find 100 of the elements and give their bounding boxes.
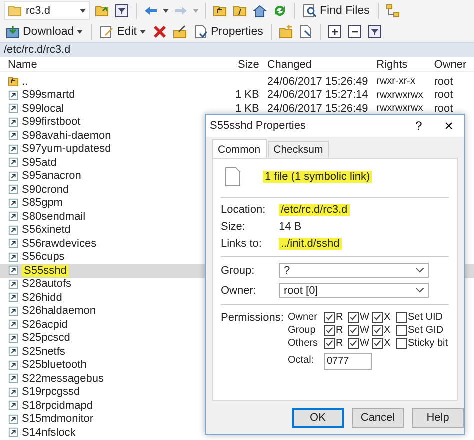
checkbox[interactable]: R xyxy=(324,325,348,336)
field-value: /etc/rc.d/rc3.d xyxy=(279,204,350,216)
shortcut-file-icon xyxy=(8,130,19,142)
shortcut-file-icon xyxy=(8,292,19,304)
field-value: ../init.d/sshd xyxy=(279,238,342,250)
download-button[interactable]: Download xyxy=(4,22,86,41)
dialog-button[interactable]: Help xyxy=(412,408,464,428)
new-file-icon[interactable] xyxy=(299,24,314,38)
checkbox[interactable]: R xyxy=(324,312,348,323)
home-icon[interactable] xyxy=(253,4,267,18)
column-header[interactable]: Name xyxy=(0,58,227,70)
folder-icon[interactable] xyxy=(95,4,109,18)
minus-icon[interactable] xyxy=(348,24,362,38)
checkbox[interactable]: Set GID xyxy=(396,325,448,336)
column-header[interactable]: Owner xyxy=(432,58,474,70)
field-label: Links to: xyxy=(221,238,263,250)
shortcut-file-icon xyxy=(8,386,19,398)
field-label: Permissions: xyxy=(221,312,285,326)
checkbox[interactable]: W xyxy=(348,312,372,323)
shortcut-file-icon xyxy=(8,238,19,250)
plus-icon[interactable] xyxy=(328,24,342,38)
shortcut-file-icon xyxy=(8,198,19,209)
chevron-down-icon xyxy=(416,288,424,293)
file-name: S56cups xyxy=(22,251,65,264)
octal-field[interactable]: 0777 xyxy=(324,353,372,370)
edit-icon xyxy=(100,24,114,38)
chevron-down-icon xyxy=(416,268,424,273)
dropdown-arrow-icon xyxy=(80,8,86,12)
checkbox[interactable]: W xyxy=(348,338,372,349)
file-name: S26haldaemon xyxy=(22,305,96,318)
dialog-button[interactable]: OK xyxy=(292,408,344,428)
folder-combo[interactable]: rc3.d xyxy=(4,1,90,20)
tree-icon[interactable] xyxy=(386,4,400,18)
file-name: S99smartd xyxy=(22,89,76,102)
parent-folder-icon[interactable] xyxy=(213,4,227,18)
field-label: Location: xyxy=(221,204,267,216)
field-label: Size: xyxy=(221,221,246,233)
delete-icon[interactable] xyxy=(152,24,167,38)
permission-label: Others xyxy=(288,338,320,349)
dialog-title: S55sshd Properties xyxy=(210,120,306,132)
field-label: Group: xyxy=(221,264,256,276)
file-name: S90crond xyxy=(22,184,70,196)
dropdown-arrow-icon xyxy=(140,30,146,34)
shortcut-file-icon xyxy=(8,224,19,236)
tab[interactable]: Common xyxy=(212,139,267,158)
checkbox[interactable]: R xyxy=(324,338,348,349)
changed-cell-text: 24/06/2017 15:27:14 xyxy=(266,89,370,102)
shortcut-file-icon xyxy=(8,184,19,196)
filter-icon[interactable] xyxy=(368,24,382,38)
search-icon xyxy=(303,4,317,18)
checkbox[interactable]: Set UID xyxy=(396,312,448,323)
refresh-icon[interactable] xyxy=(273,4,287,18)
column-header[interactable]: Rights xyxy=(376,58,432,70)
field-label: Octal: xyxy=(288,355,316,366)
column-header[interactable]: Size xyxy=(226,58,260,70)
filter-icon[interactable] xyxy=(115,4,129,18)
permission-label: Owner xyxy=(288,312,318,323)
checkbox[interactable]: W xyxy=(348,325,372,336)
owner-cell-text: root xyxy=(433,89,454,102)
file-name: S25netfs xyxy=(22,346,66,358)
shortcut-file-icon xyxy=(8,157,19,168)
size-cell-text: 1 KB xyxy=(234,89,260,102)
shortcut-file-icon xyxy=(8,346,19,358)
find-files-button[interactable]: Find Files xyxy=(301,1,372,20)
properties-button[interactable]: Properties xyxy=(192,22,266,41)
file-name: S85gpm xyxy=(22,197,63,210)
rights-cell-text: rwxrwxrwx xyxy=(376,90,424,101)
dialog-button[interactable]: Cancel xyxy=(352,408,404,428)
file-name: S25pcscd xyxy=(22,332,70,344)
shortcut-file-icon xyxy=(8,170,19,182)
column-header[interactable]: Changed xyxy=(259,58,377,70)
edit-button[interactable]: Edit xyxy=(98,22,148,41)
path-bar: /etc/rc.d/rc3.d xyxy=(0,42,474,57)
file-name: S56xinetd xyxy=(22,224,71,236)
shortcut-file-icon xyxy=(8,144,19,155)
rename-icon[interactable] xyxy=(172,24,187,38)
shortcut-file-icon xyxy=(8,373,19,384)
file-name: S56rawdevices xyxy=(22,238,97,250)
new-folder-icon[interactable] xyxy=(279,24,294,38)
tab[interactable]: Checksum xyxy=(268,141,330,158)
shortcut-file-icon xyxy=(8,252,19,263)
shortcut-file-icon xyxy=(8,360,19,371)
dropdown-arrow-icon[interactable] xyxy=(163,8,169,12)
rights-cell-text: rwxrwxrwx xyxy=(376,103,424,114)
properties-icon xyxy=(194,24,208,38)
dropdown-field[interactable]: ? xyxy=(279,263,429,278)
file-icon xyxy=(225,167,241,187)
close-button[interactable]: × xyxy=(434,118,464,134)
shortcut-file-icon xyxy=(8,211,19,222)
dropdown-field[interactable]: root [0] xyxy=(279,283,429,298)
shortcut-file-icon xyxy=(8,90,19,101)
file-name: S18rpcidmapd xyxy=(22,400,93,412)
root-folder-icon[interactable] xyxy=(233,4,247,18)
checkbox[interactable]: Sticky bit xyxy=(396,338,448,349)
checkbox[interactable]: X xyxy=(372,338,396,349)
checkbox[interactable]: X xyxy=(372,312,396,323)
shortcut-file-icon xyxy=(8,400,19,412)
help-button[interactable]: ? xyxy=(404,118,434,134)
file-name: S14nfslock xyxy=(22,426,76,439)
checkbox[interactable]: X xyxy=(372,325,396,336)
